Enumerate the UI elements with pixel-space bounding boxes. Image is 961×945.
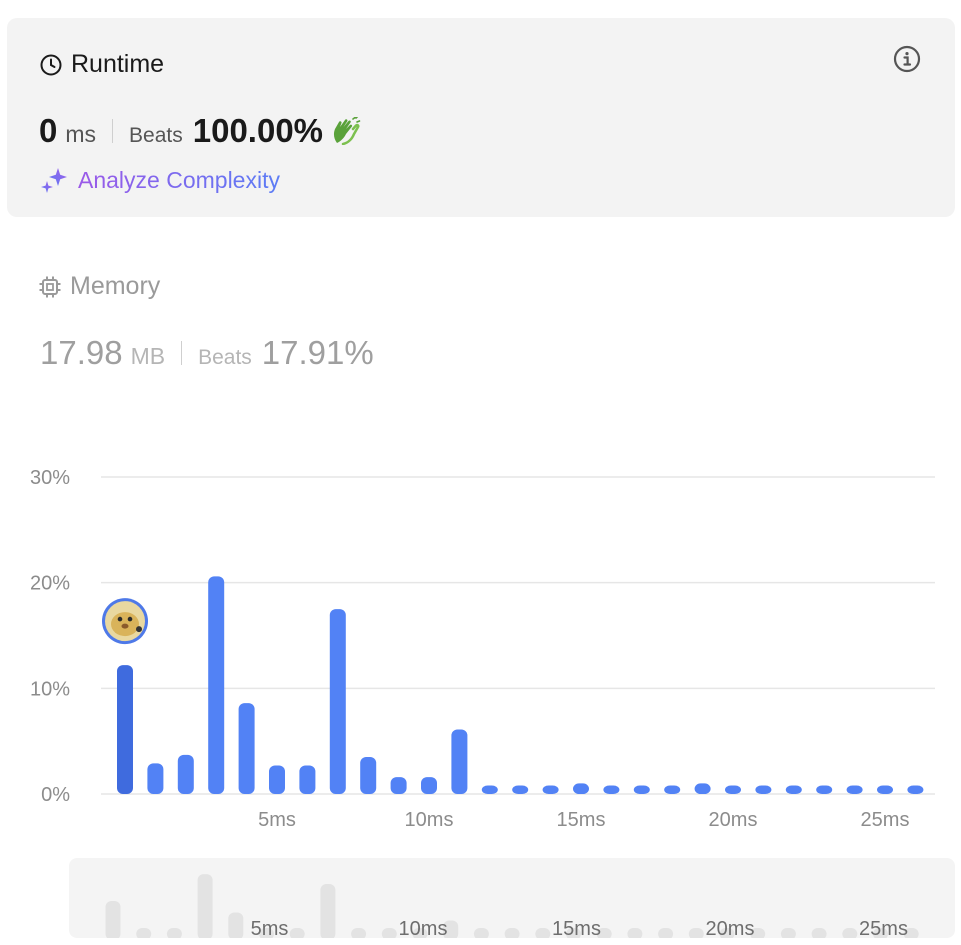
memory-unit: MB xyxy=(130,343,166,369)
histogram-bar[interactable] xyxy=(329,609,346,794)
overview-bar xyxy=(688,928,704,938)
chip-icon xyxy=(39,276,61,297)
overview-bar xyxy=(136,928,152,938)
user-avatar[interactable] xyxy=(102,598,148,645)
histogram-bar[interactable] xyxy=(877,785,893,794)
runtime-distribution-chart: 0% 10% 20% 30% 5ms 10ms 15ms 20ms 25ms xyxy=(30,467,935,831)
histogram-bar[interactable] xyxy=(360,757,377,794)
histogram-bar[interactable] xyxy=(664,785,681,794)
overview-bar xyxy=(473,928,489,938)
y-tick-label: 0% xyxy=(41,784,70,806)
histogram-bar[interactable] xyxy=(238,703,255,794)
overview-x-tick-label: 20ms xyxy=(706,918,755,938)
sparkle-icon xyxy=(41,168,67,193)
overview-bar xyxy=(627,928,643,938)
histogram-bar[interactable] xyxy=(785,785,802,794)
divider xyxy=(112,119,114,143)
histogram-bar[interactable] xyxy=(451,729,468,794)
overview-bar xyxy=(811,928,827,938)
runtime-unit: ms xyxy=(65,121,97,147)
histogram-bar[interactable] xyxy=(542,785,559,794)
histogram-bar[interactable] xyxy=(694,783,711,794)
overview-x-tick-label: 25ms xyxy=(859,918,908,938)
runtime-beats-label: Beats xyxy=(129,124,183,147)
overview-bar xyxy=(658,928,674,938)
histogram-bar[interactable] xyxy=(147,763,164,794)
overview-bar xyxy=(105,900,121,938)
histogram-bar[interactable] xyxy=(755,785,772,794)
memory-beats-percentage: 17.91% xyxy=(261,334,374,371)
histogram-bar[interactable] xyxy=(299,765,316,794)
y-tick-label: 20% xyxy=(30,573,70,595)
memory-stats[interactable]: 17.98 MB Beats 17.91% xyxy=(40,334,374,372)
histogram-bar[interactable] xyxy=(633,785,650,794)
x-tick-label: 25ms xyxy=(861,809,910,831)
chart-overview-scrollbar[interactable]: 5ms 10ms 15ms 20ms 25ms xyxy=(69,858,955,938)
overview-x-tick-label: 15ms xyxy=(552,918,601,938)
histogram-bar[interactable] xyxy=(907,785,924,794)
overview-x-tick-label: 5ms xyxy=(251,918,289,938)
clock-icon xyxy=(40,54,62,75)
clapping-hands-icon xyxy=(333,117,361,145)
overview-chart: 5ms 10ms 15ms 20ms 25ms xyxy=(105,874,919,938)
memory-beats-label: Beats xyxy=(198,346,252,369)
memory-header[interactable]: Memory xyxy=(38,272,160,301)
memory-title: Memory xyxy=(70,272,161,300)
histogram-bar[interactable] xyxy=(208,576,225,794)
runtime-beats-percentage: 100.00% xyxy=(192,112,324,149)
overview-bar xyxy=(535,928,551,938)
histogram-bar[interactable] xyxy=(846,785,863,794)
overview-bar xyxy=(320,884,336,938)
runtime-card: Runtime 0 ms Beats 100.00% Analyze Compl… xyxy=(7,18,955,217)
histogram-bar[interactable] xyxy=(725,785,741,794)
overview-bar xyxy=(289,928,305,938)
histogram-bar[interactable] xyxy=(512,785,529,794)
runtime-header: Runtime xyxy=(39,50,164,79)
overview-bar xyxy=(381,928,397,938)
overview-bar xyxy=(166,928,182,938)
histogram-bar[interactable] xyxy=(816,785,833,794)
y-tick-label: 30% xyxy=(30,467,70,489)
overview-bar xyxy=(351,928,367,938)
runtime-title: Runtime xyxy=(71,50,165,78)
histogram-bar[interactable] xyxy=(421,777,437,794)
overview-bar xyxy=(228,912,244,938)
analyze-complexity-button[interactable]: Analyze Complexity xyxy=(40,166,280,194)
overview-x-tick-label: 10ms xyxy=(399,918,448,938)
histogram-bar[interactable] xyxy=(481,785,498,794)
x-tick-label: 10ms xyxy=(405,809,454,831)
analyze-complexity-label: Analyze Complexity xyxy=(78,166,280,193)
x-tick-label: 15ms xyxy=(557,809,606,831)
x-tick-label: 5ms xyxy=(258,809,296,831)
divider xyxy=(181,341,183,365)
y-tick-label: 10% xyxy=(30,678,70,700)
histogram-bar[interactable] xyxy=(177,754,194,794)
memory-value: 17.98 xyxy=(40,334,123,371)
runtime-value: 0 xyxy=(39,112,58,149)
runtime-stats: 0 ms Beats 100.00% xyxy=(39,112,361,150)
histogram-bar[interactable] xyxy=(573,783,589,794)
histogram-bar[interactable] xyxy=(390,777,407,794)
histogram-bar[interactable] xyxy=(117,665,133,794)
info-icon[interactable] xyxy=(893,45,921,73)
histogram-bar[interactable] xyxy=(269,765,285,794)
overview-bar xyxy=(842,928,858,938)
histogram-bar[interactable] xyxy=(603,785,620,794)
overview-bar xyxy=(197,874,213,938)
x-tick-label: 20ms xyxy=(709,809,758,831)
overview-bar xyxy=(780,928,796,938)
overview-bar xyxy=(504,928,520,938)
